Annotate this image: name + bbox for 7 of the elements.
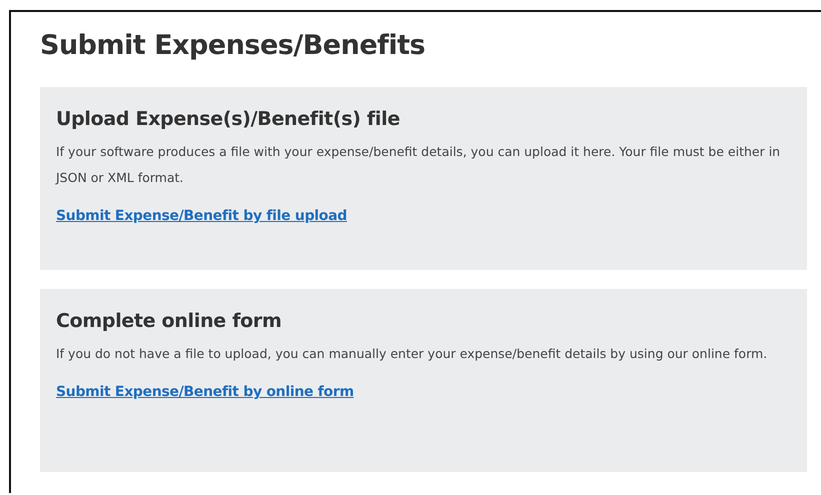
page-title: Submit Expenses/Benefits [40,29,426,63]
card-description: If your software produces a file with your expense/benefit details, you can upload it here. Your file must be either in JSON or XML format. [56,143,782,187]
submit-link[interactable]: Submit Expense/Benefit by online form [56,384,354,400]
card-heading: Upload Expense(s)/Benefit(s) file [56,107,401,132]
card-description: If you do not have a file to upload, you can manually enter your expense/benefit details by using our online form. [56,345,768,363]
submit-link[interactable]: Submit Expense/Benefit by file upload [56,208,347,224]
card-heading: Complete online form [56,309,282,334]
